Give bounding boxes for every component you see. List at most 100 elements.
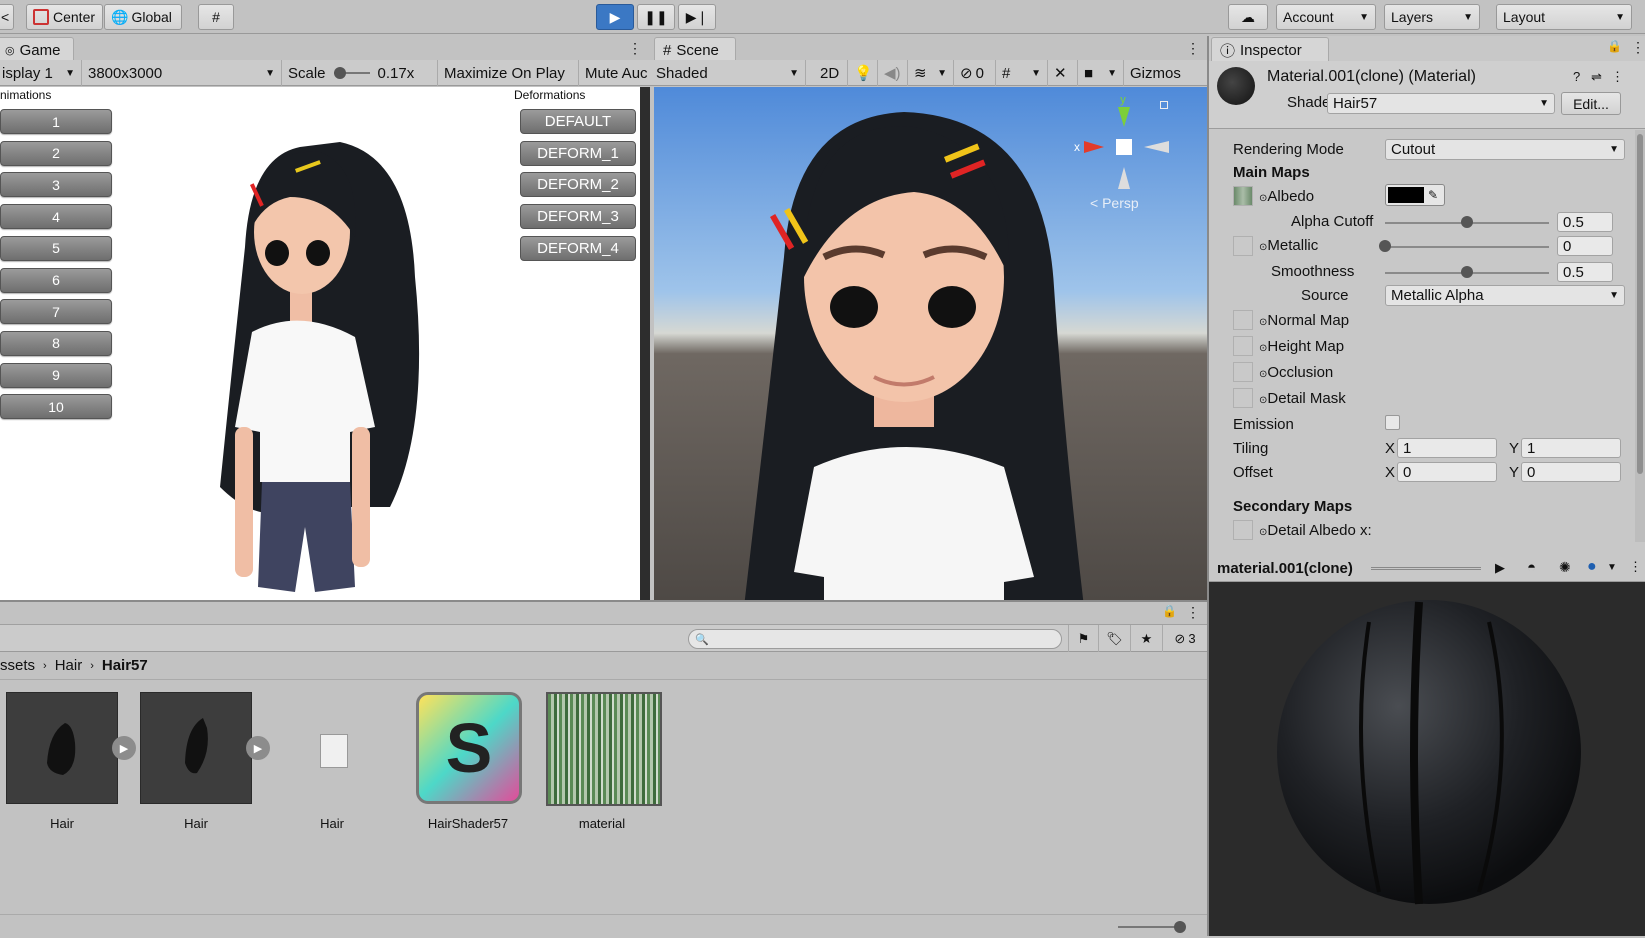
smoothness-knob[interactable] — [1461, 266, 1473, 278]
animation-button-4[interactable]: 4 — [0, 204, 112, 230]
toolbar-edge-icon[interactable]: < — [0, 4, 14, 30]
animation-button-8[interactable]: 8 — [0, 330, 112, 356]
breadcrumb-hair57[interactable]: Hair57 — [102, 657, 148, 674]
pivot-center-button[interactable]: Center — [26, 4, 103, 30]
expand-prefab-button[interactable]: ▶ — [112, 736, 136, 760]
header-menu-icon[interactable]: ⋮ — [1611, 69, 1624, 85]
metallic-field[interactable]: 0 — [1557, 236, 1613, 256]
grid-dropdown[interactable]: # ▼ — [996, 60, 1048, 86]
scale-slider[interactable] — [333, 67, 370, 79]
offset-y-field[interactable]: 0 — [1521, 462, 1621, 482]
inspector-scrollbar[interactable] — [1635, 130, 1645, 542]
tools-button[interactable]: ✕ — [1048, 60, 1078, 86]
animation-button-6[interactable]: 6 — [0, 267, 112, 293]
scene-menu-icon[interactable]: ⋮ — [1186, 40, 1200, 57]
maximize-on-play-toggle[interactable]: Maximize On Play — [438, 60, 579, 86]
animation-button-5[interactable]: 5 — [0, 235, 112, 261]
pivot-global-button[interactable]: 🌐 Global — [104, 4, 182, 30]
detail-mask-slot[interactable] — [1233, 388, 1253, 408]
offset-x-field[interactable]: 0 — [1397, 462, 1497, 482]
play-button[interactable]: ▶ — [596, 4, 634, 30]
tab-inspector[interactable]: ⓘ Inspector — [1211, 37, 1329, 63]
background-sphere-icon[interactable]: ● — [1587, 558, 1597, 576]
shader-asset-icon[interactable]: S — [416, 692, 522, 804]
camera-dropdown[interactable]: ■ ▼ — [1078, 60, 1124, 86]
gizmos-dropdown[interactable]: Gizmos — [1124, 60, 1207, 86]
animation-button-1[interactable]: 1 — [0, 109, 112, 134]
alpha-cutoff-knob[interactable] — [1461, 216, 1473, 228]
icon-size-knob[interactable] — [1174, 921, 1186, 933]
resolution-dropdown[interactable]: 3800x3000 ▼ — [82, 60, 282, 86]
eyedropper-icon[interactable]: ✎ — [1428, 188, 1438, 202]
project-menu-icon[interactable]: ⋮ — [1186, 604, 1200, 621]
game-viewport[interactable]: nimations Deformations 1 2 3 4 5 6 7 8 9 10 DEFAU… — [0, 87, 640, 600]
animation-button-10[interactable]: 10 — [0, 394, 112, 420]
layout-dropdown[interactable]: Layout ▼ — [1496, 4, 1632, 30]
account-dropdown[interactable]: Account ▼ — [1276, 4, 1376, 30]
filter-type-button[interactable]: ⚑ — [1068, 625, 1098, 652]
inspector-menu-icon[interactable]: ⋮ — [1631, 39, 1645, 56]
deform-button-deform_2[interactable]: DEFORM_2 — [520, 172, 636, 198]
deform-button-deform_1[interactable]: DEFORM_1 — [520, 140, 636, 166]
albedo-texture-slot[interactable] — [1233, 186, 1253, 206]
animation-button-3[interactable]: 3 — [0, 172, 112, 198]
shader-edit-button[interactable]: Edit... — [1561, 92, 1621, 115]
albedo-color-field[interactable]: ✎ — [1385, 184, 1445, 206]
detail-albedo-slot[interactable] — [1233, 520, 1253, 540]
game-menu-icon[interactable]: ⋮ — [628, 40, 642, 57]
hidden-packages-button[interactable]: ⊘ 3 — [1162, 625, 1207, 652]
preview-play-icon[interactable]: ▶ — [1495, 560, 1505, 576]
preview-resize-handle[interactable] — [1371, 567, 1481, 570]
source-dropdown[interactable]: Metallic Alpha ▼ — [1385, 285, 1625, 306]
search-input[interactable]: 🔍 — [688, 629, 1062, 649]
breadcrumb-hair[interactable]: Hair — [55, 657, 83, 674]
normal-map-slot[interactable] — [1233, 310, 1253, 330]
asset-hair-prefab-2[interactable] — [140, 692, 252, 804]
metallic-texture-slot[interactable] — [1233, 236, 1253, 256]
texture-asset-thumbnail[interactable] — [546, 692, 662, 806]
scale-control[interactable]: Scale 0.17x — [282, 60, 438, 86]
help-icon[interactable]: ? — [1573, 69, 1580, 84]
deform-button-deform_4[interactable]: DEFORM_4 — [520, 235, 636, 261]
preset-icon[interactable]: ⇌ — [1591, 69, 1602, 85]
lock-icon[interactable]: 🔒 — [1162, 604, 1177, 618]
step-button[interactable]: ▶❘ — [678, 4, 716, 30]
lock-icon[interactable] — [1160, 101, 1168, 109]
animation-button-7[interactable]: 7 — [0, 299, 112, 325]
animation-button-2[interactable]: 2 — [0, 140, 112, 166]
shading-dropdown[interactable]: Shaded ▼ — [650, 60, 806, 86]
expand-prefab-button[interactable]: ▶ — [246, 736, 270, 760]
lock-icon[interactable]: 🔒 — [1607, 39, 1622, 53]
preview-menu-icon[interactable]: ⋮ — [1629, 559, 1642, 575]
emission-checkbox[interactable] — [1385, 415, 1400, 430]
rendering-mode-dropdown[interactable]: Cutout ▼ — [1385, 139, 1625, 160]
alpha-cutoff-field[interactable]: 0.5 — [1557, 212, 1613, 232]
deform-button-deform_3[interactable]: DEFORM_3 — [520, 204, 636, 230]
metallic-knob[interactable] — [1379, 240, 1391, 252]
smoothness-field[interactable]: 0.5 — [1557, 262, 1613, 282]
mute-audio-toggle[interactable]: Mute Auc — [579, 60, 650, 86]
lights-icon[interactable]: ✺ — [1559, 559, 1571, 576]
breadcrumb-assets[interactable]: ssets — [0, 657, 35, 674]
metallic-slider[interactable] — [1385, 246, 1549, 248]
occlusion-slot[interactable] — [1233, 362, 1253, 382]
grid-snap-button[interactable]: # — [198, 4, 234, 30]
display-dropdown[interactable]: isplay 1 ▼ — [0, 60, 82, 86]
scene-viewport[interactable]: y x < Persp — [654, 87, 1207, 600]
tiling-x-field[interactable]: 1 — [1397, 438, 1497, 458]
sphere-mesh-icon[interactable]: ◓ — [1527, 559, 1536, 576]
cloud-button[interactable]: ☁ — [1228, 4, 1268, 30]
lighting-toggle[interactable]: 💡 — [848, 60, 878, 86]
tiling-y-field[interactable]: 1 — [1521, 438, 1621, 458]
shader-dropdown[interactable]: Hair57 ▼ — [1327, 93, 1555, 114]
height-map-slot[interactable] — [1233, 336, 1253, 356]
deform-button-default[interactable]: DEFAULT — [520, 109, 636, 134]
filter-label-button[interactable]: 🏷 — [1098, 625, 1130, 652]
scale-knob[interactable] — [333, 67, 346, 79]
pause-button[interactable]: ❚❚ — [637, 4, 675, 30]
toggle-2d-button[interactable]: 2D — [814, 60, 848, 86]
layers-dropdown[interactable]: Layers ▼ — [1384, 4, 1480, 30]
chevron-down-icon[interactable]: ▼ — [1607, 562, 1617, 573]
favorite-button[interactable]: ★ — [1130, 625, 1162, 652]
audio-toggle[interactable]: ◀) — [878, 60, 908, 86]
